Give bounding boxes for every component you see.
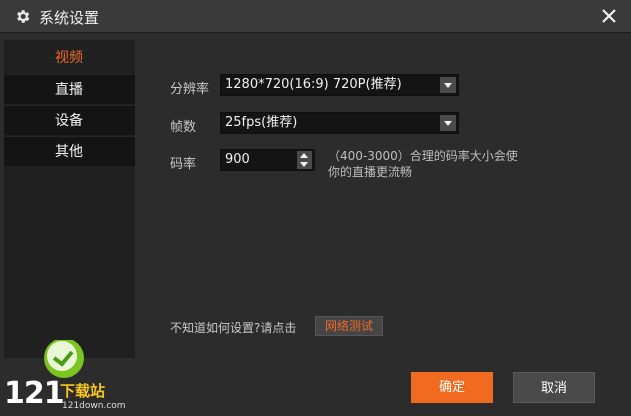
resolution-label: 分辨率: [170, 82, 210, 97]
sidebar-item-devices[interactable]: 设备: [4, 105, 135, 135]
bitrate-hint: （400-3000）合理的码率大小会使 你的直播更流畅: [328, 148, 518, 180]
watermark-url: 121down.com: [62, 401, 126, 411]
framerate-select[interactable]: 25fps(推荐): [220, 112, 459, 134]
framerate-value: 25fps(推荐): [225, 115, 298, 130]
watermark-text: 下载站: [60, 382, 106, 400]
watermark-number: 121: [4, 376, 65, 411]
title-bar: 系统设置: [0, 0, 631, 33]
bitrate-hint-line1: （400-3000）合理的码率大小会使: [328, 149, 518, 163]
spin-down-icon[interactable]: [300, 162, 308, 167]
sidebar-item-live[interactable]: 直播: [4, 74, 135, 104]
bitrate-label: 码率: [170, 157, 197, 172]
sidebar-item-video[interactable]: 视频: [4, 43, 135, 73]
help-question: 不知道如何设置?请点击: [170, 321, 297, 335]
resolution-select[interactable]: 1280*720(16:9) 720P(推荐): [220, 74, 459, 96]
chevron-down-icon[interactable]: [440, 115, 456, 131]
bitrate-stepper[interactable]: 900: [220, 149, 315, 171]
chevron-down-icon[interactable]: [440, 77, 456, 93]
cancel-button[interactable]: 取消: [513, 372, 595, 403]
resolution-value: 1280*720(16:9) 720P(推荐): [225, 77, 402, 92]
gear-icon: [17, 10, 30, 23]
ok-button[interactable]: 确定: [411, 372, 493, 403]
sidebar: 视频 直播 设备 其他: [4, 40, 135, 358]
close-icon[interactable]: [597, 5, 621, 27]
spin-buttons[interactable]: [297, 151, 312, 169]
network-test-button[interactable]: 网络测试: [315, 316, 383, 336]
spin-up-icon[interactable]: [300, 153, 308, 158]
framerate-label: 帧数: [170, 120, 197, 135]
bitrate-hint-line2: 你的直播更流畅: [328, 165, 413, 179]
settings-panel: 分辨率 1280*720(16:9) 720P(推荐) 帧数 25fps(推荐)…: [135, 40, 627, 358]
bitrate-value: 900: [225, 152, 250, 167]
sidebar-item-other[interactable]: 其他: [4, 136, 135, 166]
window-title: 系统设置: [39, 9, 100, 27]
